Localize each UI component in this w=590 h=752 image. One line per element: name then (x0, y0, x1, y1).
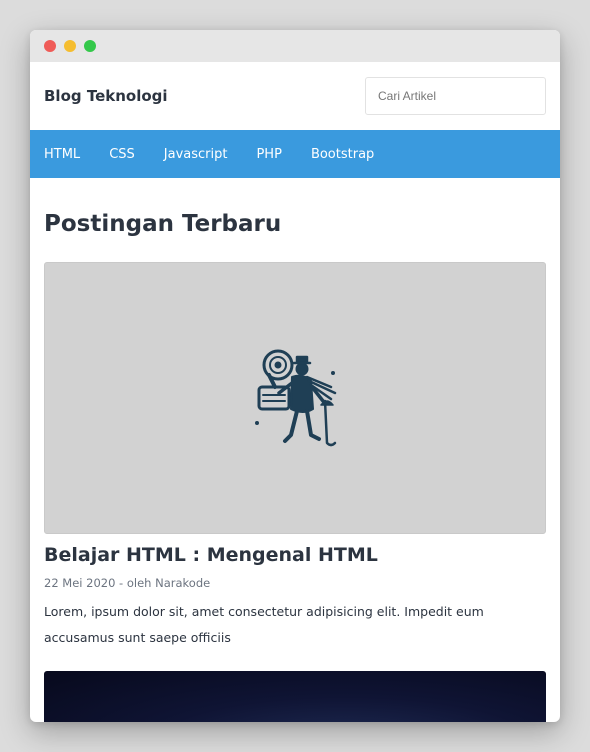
post-card: Belajar HTML : Mengenal HTML 22 Mei 2020… (44, 262, 546, 651)
minimize-window-button[interactable] (64, 40, 76, 52)
nav-item-php[interactable]: PHP (256, 147, 281, 162)
section-title: Postingan Terbaru (44, 211, 282, 237)
nav-item-css[interactable]: CSS (109, 147, 135, 162)
site-title[interactable]: Blog Teknologi (44, 87, 168, 105)
main-content: Postingan Terbaru Belajar HTML: Mengena… (30, 210, 560, 722)
post-thumbnail[interactable] (44, 671, 546, 722)
post-title[interactable]: Belajar HTML : Mengenal HTML (44, 541, 546, 569)
site-header: Blog Teknologi (30, 62, 560, 130)
main-navbar: HTML CSS Javascript PHP Bootstrap (30, 130, 560, 178)
browser-window: Blog Teknologi HTML CSS Javascript PHP B… (30, 30, 560, 722)
close-window-button[interactable] (44, 40, 56, 52)
post-card (44, 671, 546, 722)
maximize-window-button[interactable] (84, 40, 96, 52)
nav-item-bootstrap[interactable]: Bootstrap (311, 147, 374, 162)
explorer-illustration-icon (255, 349, 337, 447)
post-excerpt: Lorem, ipsum dolor sit, amet consectetur… (44, 604, 484, 645)
post-thumbnail[interactable] (44, 262, 546, 534)
nav-item-html[interactable]: HTML (44, 147, 80, 162)
window-titlebar (30, 30, 560, 62)
nav-item-javascript[interactable]: Javascript (164, 147, 228, 162)
post-meta: 22 Mei 2020 - oleh Narakode (44, 576, 211, 590)
search-input[interactable] (365, 77, 546, 115)
